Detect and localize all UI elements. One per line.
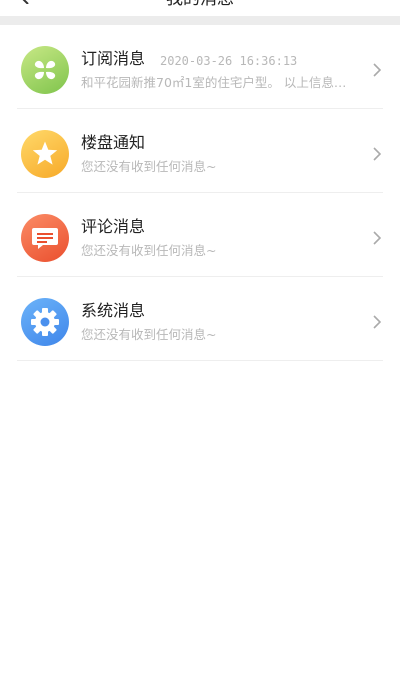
chevron-right-icon — [373, 147, 381, 161]
message-title: 订阅消息 — [81, 49, 146, 68]
star-icon — [21, 130, 69, 178]
message-list: 订阅消息 2020-03-26 16:36:13 和平花园新推70㎡1室的住宅户… — [0, 25, 400, 361]
message-preview: 您还没有收到任何消息~ — [81, 243, 217, 258]
message-preview: 您还没有收到任何消息~ — [81, 159, 217, 174]
page-title: 我的消息 — [0, 0, 400, 10]
message-row-comments[interactable]: 评论消息 您还没有收到任何消息~ — [17, 193, 383, 277]
header-bar: 我的消息 — [0, 0, 400, 16]
message-title: 评论消息 — [81, 217, 146, 236]
message-row-subscription[interactable]: 订阅消息 2020-03-26 16:36:13 和平花园新推70㎡1室的住宅户… — [17, 25, 383, 109]
clover-icon — [21, 46, 69, 94]
message-title: 楼盘通知 — [81, 133, 146, 152]
message-time: 2020-03-26 16:36:13 — [160, 54, 298, 68]
message-row-system[interactable]: 系统消息 您还没有收到任何消息~ — [17, 277, 383, 361]
message-preview: 您还没有收到任何消息~ — [81, 327, 217, 342]
header-divider — [0, 16, 400, 25]
message-title: 系统消息 — [81, 301, 146, 320]
message-preview: 和平花园新推70㎡1室的住宅户型。 以上信息仅供参考 — [81, 75, 357, 90]
comment-icon — [21, 214, 69, 262]
gear-icon — [21, 298, 69, 346]
chevron-right-icon — [373, 231, 381, 245]
chevron-right-icon — [373, 315, 381, 329]
message-row-property-notice[interactable]: 楼盘通知 您还没有收到任何消息~ — [17, 109, 383, 193]
chevron-right-icon — [373, 63, 381, 77]
